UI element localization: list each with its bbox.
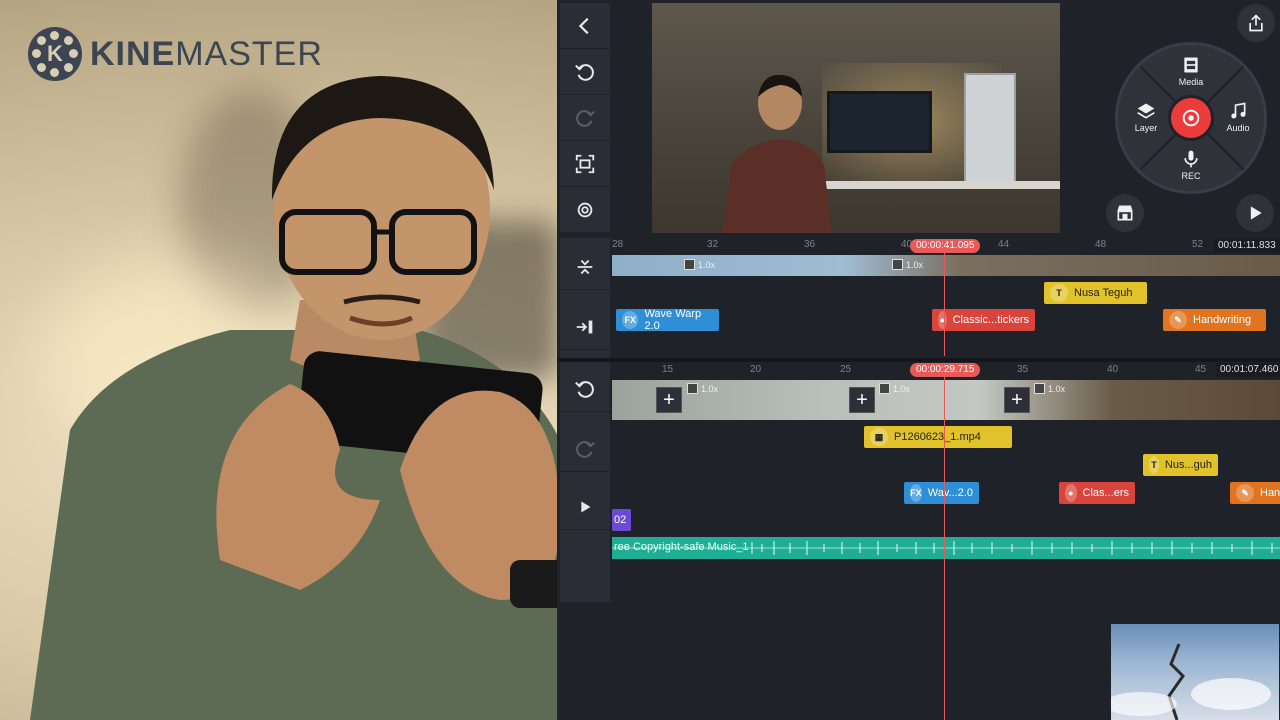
preview-pc <box>964 73 1016 188</box>
play-icon <box>1250 206 1262 220</box>
sticker-icon: ● <box>1065 484 1077 502</box>
layer-text-nusa-teguh-short[interactable]: T Nus...guh <box>1143 454 1218 476</box>
presenter-person <box>30 76 600 720</box>
share-icon <box>1249 14 1263 32</box>
back-button[interactable] <box>560 3 610 49</box>
layer-button[interactable]: Layer <box>1116 101 1176 133</box>
audio-track-label: ree Copyright-safe Music_1 <box>614 541 749 553</box>
shutter-icon <box>1182 109 1200 127</box>
rec-label: REC <box>1181 171 1201 181</box>
media-icon <box>1184 57 1198 73</box>
sky-thumbnail <box>1111 624 1279 720</box>
media-label: Media <box>1178 77 1204 87</box>
logo-letter: K <box>47 41 63 66</box>
share-button[interactable] <box>1237 4 1275 42</box>
lower-play-button[interactable] <box>560 484 610 530</box>
text-icon: T <box>1050 284 1068 302</box>
timeline-divider <box>557 358 1280 362</box>
brush-icon: ✎ <box>1236 484 1254 502</box>
preview-monitor <box>827 91 932 153</box>
redo-button[interactable] <box>560 95 610 141</box>
logo-wordmark: KINEMASTER <box>90 34 323 73</box>
fx-icon: FX <box>622 311 639 329</box>
jump-to-end-button[interactable] <box>560 304 610 350</box>
settings-icon <box>577 202 593 217</box>
layer-fx-wave-warp-short[interactable]: FX Wav...2.0 <box>904 482 979 504</box>
kinemaster-badge-icon: K <box>28 27 82 81</box>
layer-purple-clip[interactable]: 02 <box>612 509 631 531</box>
lower-playhead[interactable] <box>944 376 945 720</box>
lower-end-time: 00:01:07.460 <box>1216 363 1280 377</box>
upper-clip-speed: 1.0x <box>684 259 715 270</box>
settings-button[interactable] <box>560 187 610 233</box>
top-toolbar <box>560 3 610 233</box>
jump-end-icon <box>576 320 593 333</box>
audio-button[interactable]: Audio <box>1208 101 1268 133</box>
preview-person <box>722 74 832 233</box>
text-icon: T <box>1149 456 1159 474</box>
media-button[interactable]: Media <box>1161 55 1221 87</box>
play-button[interactable] <box>1236 194 1274 232</box>
layer-handwriting-short[interactable]: ✎ Han <box>1230 482 1280 504</box>
redo-icon <box>576 109 595 127</box>
add-transition-button[interactable]: + <box>849 387 875 413</box>
redo-icon <box>576 440 595 458</box>
lower-timeline-tools <box>560 362 610 602</box>
film-icon: ▦ <box>870 428 888 446</box>
brush-icon: ✎ <box>1169 311 1187 329</box>
fx-icon: FX <box>910 484 922 502</box>
lower-clip-speed: 1.0x <box>1034 383 1065 394</box>
asset-store-button[interactable] <box>1106 194 1144 232</box>
lower-undo-button[interactable] <box>560 366 610 412</box>
back-icon <box>578 17 589 34</box>
upper-playhead[interactable] <box>944 252 945 356</box>
store-icon <box>1117 205 1133 221</box>
lower-clip-speed: 1.0x <box>879 383 910 394</box>
upper-clip-speed: 1.0x <box>892 259 923 270</box>
add-transition-button[interactable]: + <box>1004 387 1030 413</box>
capture-button[interactable] <box>1168 95 1214 141</box>
add-transition-button[interactable]: + <box>656 387 682 413</box>
upper-timeline-tools <box>560 238 610 358</box>
kinemaster-logo: K KINEMASTER <box>28 26 323 82</box>
undo-icon <box>575 63 594 81</box>
upper-video-track[interactable]: 1.0x 1.0x <box>612 255 1280 276</box>
layer-handwriting[interactable]: ✎ Handwriting <box>1163 309 1266 331</box>
preview-desk <box>802 181 1060 189</box>
kinemaster-editor: Media Layer Audio REC 28 32 36 40 44 48 … <box>557 0 1280 720</box>
media-wheel: Media Layer Audio REC <box>1115 42 1267 194</box>
layer-icon <box>1137 103 1155 119</box>
undo-icon <box>575 380 594 398</box>
microphone-icon <box>1184 150 1198 168</box>
sticker-icon: ● <box>938 311 947 329</box>
layer-video-p1260623[interactable]: ▦ P1260623_1.mp4 <box>864 426 1012 448</box>
lower-playhead-time: 00:00:29.715 <box>910 363 981 377</box>
expand-timeline-button[interactable] <box>560 244 610 290</box>
play-icon <box>581 501 591 512</box>
layer-fx-wave-warp[interactable]: FX Wave Warp 2.0 <box>616 308 719 332</box>
expand-icon <box>577 259 593 274</box>
video-preview[interactable] <box>652 3 1060 233</box>
screen-fit-icon <box>575 154 595 173</box>
layer-text-nusa-teguh[interactable]: T Nusa Teguh <box>1044 282 1147 304</box>
undo-button[interactable] <box>560 49 610 95</box>
upper-end-time: 00:01:11.833 <box>1214 239 1280 253</box>
music-note-icon <box>1231 102 1246 119</box>
lower-clip-speed: 1.0x <box>687 383 718 394</box>
lower-redo-button[interactable] <box>560 426 610 472</box>
screen-fit-button[interactable] <box>560 141 610 187</box>
upper-playhead-time: 00:00:41.095 <box>910 239 981 253</box>
audio-label: Audio <box>1226 123 1250 133</box>
audio-track[interactable]: ree Copyright-safe Music_1 <box>612 537 1280 559</box>
layer-sticker-classic-short[interactable]: ● Clas...ers <box>1059 482 1135 504</box>
layer-label: Layer <box>1134 123 1158 133</box>
rec-button[interactable]: REC <box>1161 149 1221 181</box>
layer-sticker-classic[interactable]: ● Classic...tickers <box>932 309 1035 331</box>
crack-graphic <box>1111 643 1271 720</box>
